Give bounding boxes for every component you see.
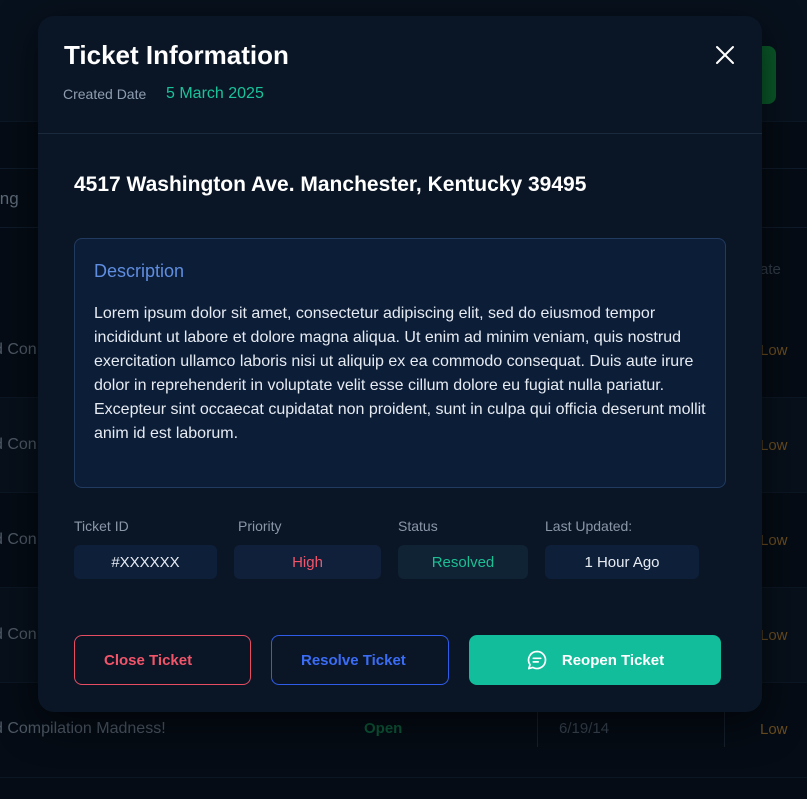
table-row-priority: Low [760, 627, 788, 644]
table-row-priority: Low [760, 532, 788, 549]
status-label: Status [398, 518, 438, 534]
table-row-title: d Con [0, 341, 37, 358]
table-row-title: d Compilation Madness! [0, 720, 166, 737]
priority-badge: High [234, 545, 381, 579]
background-date-header: ate [760, 261, 781, 278]
last-updated-badge: 1 Hour Ago [545, 545, 699, 579]
description-title: Description [94, 261, 185, 281]
reopen-ticket-button[interactable]: Reopen Ticket [469, 635, 721, 685]
created-date-value: 5 March 2025 [166, 85, 264, 102]
reopen-ticket-label: Reopen Ticket [561, 651, 665, 669]
resolve-ticket-button[interactable]: Resolve Ticket [271, 635, 449, 685]
table-row-title: d Con [0, 436, 37, 453]
ticket-address: 4517 Washington Ave. Manchester, Kentuck… [74, 173, 587, 196]
modal-title: Ticket Information [64, 40, 289, 70]
created-date-label: Created Date [63, 86, 147, 102]
modal-header: Ticket Information Created Date 5 March … [38, 16, 762, 134]
table-row-priority: Low [760, 342, 788, 359]
ticket-info-modal: Ticket Information Created Date 5 March … [38, 16, 762, 712]
background-column-title: ing [0, 189, 19, 208]
ticket-id-label: Ticket ID [74, 518, 129, 534]
status-badge: Resolved [398, 545, 528, 579]
table-row-title: d Con [0, 531, 37, 548]
close-icon[interactable] [714, 44, 736, 66]
description-panel: Description Lorem ipsum dolor sit amet, … [74, 238, 726, 488]
table-row-priority: Low [760, 721, 788, 738]
ticket-id-badge: #XXXXXX [74, 545, 217, 579]
table-row-date: 6/19/14 [559, 720, 610, 737]
table-row-priority: Low [760, 437, 788, 454]
close-ticket-button[interactable]: Close Ticket [74, 635, 251, 685]
priority-label: Priority [238, 518, 282, 534]
description-body: Lorem ipsum dolor sit amet, consectetur … [94, 305, 706, 442]
last-updated-label: Last Updated: [545, 518, 633, 534]
chat-icon [526, 649, 548, 671]
table-row-title: d Con [0, 626, 37, 643]
table-row-status: Open [364, 720, 403, 737]
